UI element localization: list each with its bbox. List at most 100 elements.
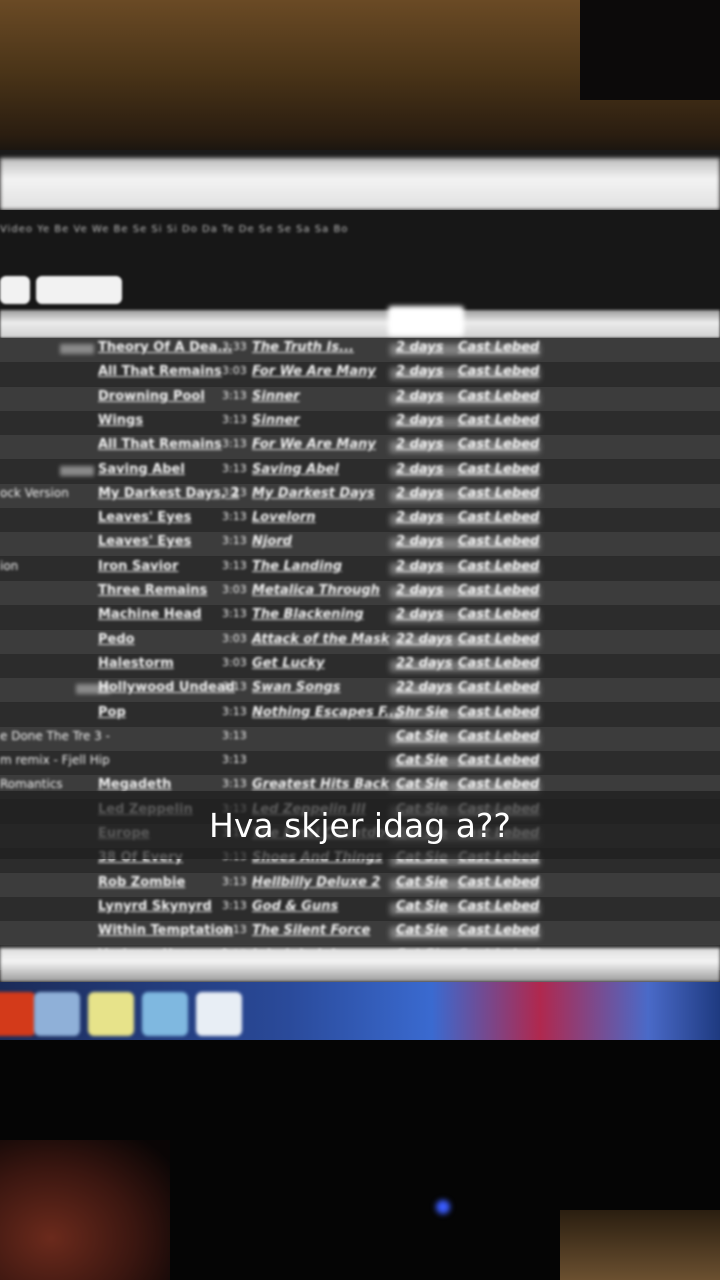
track-row[interactable]: Leaves' Eyes 3:13 Lovelorn 2 days Cast Lebed xyxy=(0,508,720,533)
track-artist: Rob Zombie xyxy=(98,874,186,890)
track-album: Hellbilly Deluxe 2 xyxy=(252,874,381,890)
track-row[interactable]: Pop 3:13 Nothing Escapes F... Shr Sie Cast L… xyxy=(0,702,720,727)
track-artist: Pedo xyxy=(98,631,135,647)
column-header-selected[interactable] xyxy=(388,306,464,336)
track-artist: Halestorm xyxy=(98,655,174,671)
track-source: Cast Lebed xyxy=(458,898,540,914)
track-row[interactable]: Lynyrd Skynyrd 3:13 God & Guns Cat Sie Cast … xyxy=(0,896,720,921)
track-date: 2 days xyxy=(396,534,444,550)
column-header-bar[interactable] xyxy=(0,306,720,338)
track-left-text: e Done The Tre 3 - xyxy=(0,728,110,743)
track-row[interactable]: m remix - Fjell Hip 3:13 Cat Sie Cast Lebed xyxy=(0,751,720,776)
track-date: Cat Sie xyxy=(396,898,448,914)
track-artist: My Darkest Days, 2 xyxy=(98,485,240,501)
track-date: Cat Sie xyxy=(396,728,448,744)
track-time: 3:13 xyxy=(222,680,247,694)
track-artist: All That Remains xyxy=(98,364,222,380)
track-row[interactable]: Hollywood Undead 3:13 Swan Songs 22 days Cas… xyxy=(0,678,720,703)
track-row[interactable]: All That Remains 3:13 For We Are Many 2 day… xyxy=(0,435,720,460)
track-album: Lovelorn xyxy=(252,510,316,526)
track-time: 3:13 xyxy=(222,728,247,742)
track-date: 2 days xyxy=(396,510,444,526)
track-row[interactable]: Theory Of A Dea... 3:33 The Truth Is... 2 d… xyxy=(0,338,720,362)
track-album: The Silent Force xyxy=(252,923,371,939)
track-date: Cat Sie xyxy=(396,874,448,890)
track-album: For We Are Many xyxy=(252,437,376,453)
power-led-icon xyxy=(436,1200,450,1214)
track-time: 3:13 xyxy=(222,485,247,499)
track-album: Swan Songs xyxy=(252,680,341,696)
track-artist: Lynyrd Skynyrd xyxy=(98,898,212,914)
track-left-text: m remix - Fjell Hip xyxy=(0,753,110,768)
track-time: 3:03 xyxy=(222,655,247,669)
track-source: Cast Lebed xyxy=(458,388,540,404)
start-button-icon[interactable] xyxy=(0,992,36,1036)
track-row[interactable]: Drowning Pool 3:13 Sinner 2 days Cast Lebed xyxy=(0,386,720,411)
track-source: Cast Lebed xyxy=(458,485,540,501)
track-artist: Pop xyxy=(98,704,126,720)
browser-icon[interactable] xyxy=(34,992,80,1036)
track-album: Saving Abel xyxy=(252,461,339,477)
track-album: Sinner xyxy=(252,388,300,404)
track-row[interactable]: Halestorm 3:03 Get Lucky 22 days Cast Lebed xyxy=(0,653,720,678)
track-album: Attack of the Mask xyxy=(252,631,390,647)
track-time: 3:13 xyxy=(222,388,247,402)
tab-button[interactable] xyxy=(36,276,122,304)
monitor-stand-area xyxy=(0,1040,720,1280)
track-row[interactable]: Saving Abel 3:13 Saving Abel 2 days Cast Leb… xyxy=(0,459,720,484)
track-artist: Hollywood Undead xyxy=(98,680,235,696)
track-date: 2 days xyxy=(396,364,444,380)
track-time: 3:13 xyxy=(222,874,247,888)
track-source: Cast Lebed xyxy=(458,680,540,696)
track-album: My Darkest Days xyxy=(252,485,375,501)
track-row[interactable]: Three Remains 3:03 Metalica Through 2 days C… xyxy=(0,581,720,605)
app-icon[interactable] xyxy=(196,992,242,1036)
track-row[interactable]: All That Remains 3:03 For We Are Many 2 day… xyxy=(0,362,720,387)
track-source: Cast Lebed xyxy=(458,364,540,380)
track-album: Njord xyxy=(252,534,292,550)
toolbar: Video Ye Be Ve We Be Se Si Si Do Da Te D… xyxy=(0,210,720,310)
folder-icon[interactable] xyxy=(88,992,134,1036)
track-left-text: ock Version xyxy=(0,485,69,500)
track-album: The Blackening xyxy=(252,607,364,623)
track-source: Cast Lebed xyxy=(458,607,540,623)
track-row[interactable]: Leaves' Eyes 3:13 Njord 2 days Cast Lebed xyxy=(0,532,720,557)
track-source: Cast Lebed xyxy=(458,534,540,550)
track-row[interactable]: e Done The Tre 3 - 3:13 Cat Sie Cast Lebed xyxy=(0,726,720,751)
track-row[interactable]: ock Version My Darkest Days, 2 3:13 My Dark… xyxy=(0,483,720,508)
track-artist: Drowning Pool xyxy=(98,388,205,404)
track-source: Cast Lebed xyxy=(458,510,540,526)
track-row[interactable]: Pedo 3:03 Attack of the Mask 22 days Cast Le… xyxy=(0,629,720,654)
track-row[interactable]: Wings 3:13 Sinner 2 days Cast Lebed xyxy=(0,410,720,435)
track-date: 2 days xyxy=(396,485,444,501)
track-artist: Saving Abel xyxy=(98,461,185,477)
track-time: 3:13 xyxy=(222,558,247,572)
track-source: Cast Lebed xyxy=(458,437,540,453)
track-row[interactable]: Rob Zombie 3:13 Hellbilly Deluxe 2 Cat Sie C… xyxy=(0,872,720,897)
track-date: 2 days xyxy=(396,583,444,598)
track-album: Nothing Escapes F... xyxy=(252,704,400,720)
media-player-icon[interactable] xyxy=(142,992,188,1036)
row-status-chip xyxy=(60,344,94,354)
track-time: 3:13 xyxy=(222,704,247,718)
track-row[interactable]: Within Temptation 3:13 The Silent Force Cat… xyxy=(0,921,720,946)
window-bottom-frame xyxy=(0,948,720,982)
track-date: Cat Sie xyxy=(396,753,448,769)
track-date: 22 days xyxy=(396,680,453,696)
row-status-chip xyxy=(60,465,94,476)
tab-button-left[interactable] xyxy=(0,276,30,304)
snap-caption-text: Hva skjer idag a?? xyxy=(209,805,511,845)
track-source: Cast Lebed xyxy=(458,753,540,769)
track-time: 3:13 xyxy=(222,510,247,524)
track-time: 3:13 xyxy=(222,923,247,937)
track-row[interactable]: Machine Head 3:13 The Blackening 2 days Cast… xyxy=(0,605,720,630)
track-row[interactable]: ion Iron Savior 3:13 The Landing 2 days Cast … xyxy=(0,556,720,581)
track-album: Sinner xyxy=(252,412,300,428)
track-date: Shr Sie xyxy=(396,704,449,720)
track-date: 2 days xyxy=(396,340,444,355)
menu-bar-text: Video Ye Be Ve We Be Se Si Si Do Da Te D… xyxy=(0,224,349,235)
track-time: 3:03 xyxy=(222,583,247,596)
track-date: 2 days xyxy=(396,607,444,623)
taskbar xyxy=(0,982,720,1040)
track-time: 3:33 xyxy=(222,340,247,353)
